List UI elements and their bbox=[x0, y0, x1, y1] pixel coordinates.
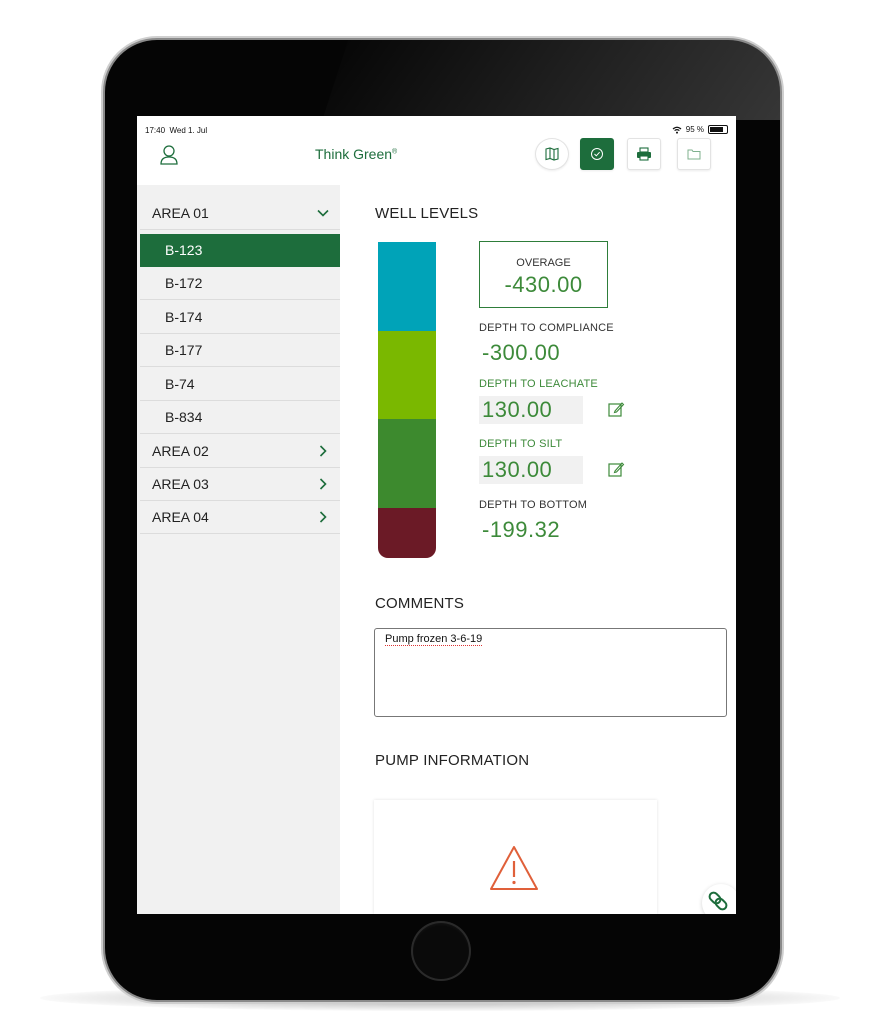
status-time: 17:40 Wed 1. Jul bbox=[145, 126, 208, 135]
battery-icon bbox=[708, 125, 728, 134]
well-label: B-123 bbox=[165, 242, 203, 258]
sidebar-item-area-03[interactable]: AREA 03 bbox=[140, 468, 340, 501]
map-button[interactable] bbox=[535, 138, 569, 170]
compliance-label: DEPTH TO COMPLIANCE bbox=[479, 322, 614, 334]
compliance-value: -300.00 bbox=[482, 340, 561, 365]
home-button[interactable] bbox=[411, 921, 471, 981]
sidebar-item-label: AREA 02 bbox=[152, 443, 209, 459]
comments-title: COMMENTS bbox=[375, 595, 465, 612]
well-label: B-834 bbox=[165, 409, 203, 425]
well-levels-title: WELL LEVELS bbox=[375, 205, 479, 222]
sidebar-item-area-02[interactable]: AREA 02 bbox=[140, 435, 340, 468]
column-segment-leachate bbox=[378, 419, 436, 508]
sidebar-item-label: AREA 04 bbox=[152, 509, 209, 525]
comments-text: Pump frozen 3-6-19 bbox=[385, 633, 483, 646]
map-icon bbox=[545, 147, 559, 161]
sidebar-well-b-177[interactable]: B-177 bbox=[140, 334, 340, 367]
chevron-right-icon bbox=[319, 511, 327, 523]
sidebar-item-area-04[interactable]: AREA 04 bbox=[140, 501, 340, 534]
bottom-label: DEPTH TO BOTTOM bbox=[479, 499, 588, 511]
sidebar: AREA 01 B-123 B-172 B-174 B-177 B-74 B-8… bbox=[137, 185, 340, 914]
sidebar-well-b-834[interactable]: B-834 bbox=[140, 401, 340, 434]
comments-field[interactable]: Pump frozen 3-6-19 bbox=[374, 628, 727, 717]
well-label: B-177 bbox=[165, 342, 203, 358]
sidebar-well-b-174[interactable]: B-174 bbox=[140, 301, 340, 334]
sidebar-item-label: AREA 01 bbox=[152, 205, 209, 221]
app-header: Think Green® bbox=[137, 138, 736, 186]
chevron-right-icon bbox=[319, 478, 327, 490]
silt-label: DEPTH TO SILT bbox=[479, 438, 563, 450]
sidebar-item-label: AREA 03 bbox=[152, 476, 209, 492]
overage-value: -430.00 bbox=[504, 272, 583, 297]
print-icon bbox=[637, 147, 651, 161]
sidebar-item-area-01[interactable]: AREA 01 bbox=[140, 197, 340, 230]
folder-icon bbox=[687, 149, 701, 160]
pump-info-title: PUMP INFORMATION bbox=[375, 752, 530, 769]
print-button[interactable] bbox=[627, 138, 661, 170]
column-segment-overage bbox=[378, 242, 436, 331]
status-right: 95 % bbox=[672, 125, 728, 134]
sidebar-well-b-172[interactable]: B-172 bbox=[140, 267, 340, 300]
link-button[interactable] bbox=[702, 884, 736, 914]
well-level-column bbox=[378, 242, 436, 558]
column-segment-bottom bbox=[378, 508, 436, 558]
wifi-icon bbox=[672, 126, 682, 134]
folder-button[interactable] bbox=[677, 138, 711, 170]
chevron-down-icon bbox=[317, 209, 329, 217]
well-label: B-174 bbox=[165, 309, 203, 325]
silt-value[interactable]: 130.00 bbox=[479, 456, 583, 484]
screen-glare bbox=[322, 40, 780, 120]
check-button[interactable] bbox=[580, 138, 614, 170]
bottom-value: -199.32 bbox=[482, 517, 561, 542]
leachate-label: DEPTH TO LEACHATE bbox=[479, 378, 598, 390]
pump-card[interactable] bbox=[374, 800, 657, 914]
leachate-value[interactable]: 130.00 bbox=[479, 396, 583, 424]
overage-card: OVERAGE -430.00 bbox=[479, 241, 608, 308]
overage-label: OVERAGE bbox=[516, 257, 571, 269]
user-icon[interactable] bbox=[159, 144, 179, 166]
edit-icon[interactable] bbox=[607, 460, 625, 478]
brand-title: Think Green® bbox=[315, 146, 398, 162]
app-screen: 17:40 Wed 1. Jul 95 % Think Green® AREA … bbox=[137, 116, 736, 914]
link-icon bbox=[708, 891, 728, 911]
well-label: B-74 bbox=[165, 376, 195, 392]
edit-icon[interactable] bbox=[607, 400, 625, 418]
battery-percent: 95 % bbox=[685, 125, 704, 134]
status-bar: 17:40 Wed 1. Jul 95 % bbox=[137, 116, 736, 138]
warning-icon bbox=[490, 846, 538, 890]
sidebar-well-b-74[interactable]: B-74 bbox=[140, 368, 340, 401]
column-segment-compliance bbox=[378, 331, 436, 419]
well-label: B-172 bbox=[165, 275, 203, 291]
chevron-right-icon bbox=[319, 445, 327, 457]
sidebar-well-b-123[interactable]: B-123 bbox=[140, 234, 340, 267]
check-circle-icon bbox=[591, 148, 603, 160]
